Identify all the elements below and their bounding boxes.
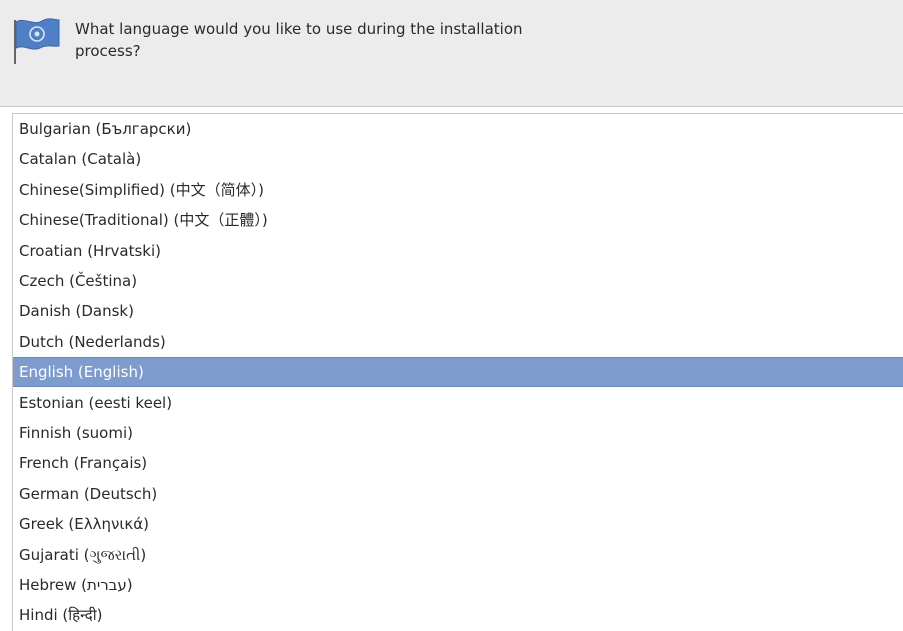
- language-item[interactable]: Greek (Ελληνικά): [13, 509, 903, 539]
- flag-icon: [14, 18, 60, 64]
- language-item[interactable]: French (Français): [13, 448, 903, 478]
- language-item[interactable]: Danish (Dansk): [13, 296, 903, 326]
- language-prompt: What language would you like to use duri…: [75, 20, 523, 60]
- language-item[interactable]: Chinese(Simplified) (中文（简体）): [13, 175, 903, 205]
- language-item[interactable]: Croatian (Hrvatski): [13, 236, 903, 266]
- language-list[interactable]: Bulgarian (Български) Catalan (Català) Chi…: [12, 113, 903, 631]
- language-item[interactable]: Gujarati (ગુજરાતી): [13, 540, 903, 570]
- language-item[interactable]: Dutch (Nederlands): [13, 327, 903, 357]
- language-item[interactable]: Catalan (Català): [13, 144, 903, 174]
- language-header: What language would you like to use duri…: [0, 0, 903, 107]
- language-item[interactable]: Finnish (suomi): [13, 418, 903, 448]
- language-item[interactable]: German (Deutsch): [13, 479, 903, 509]
- language-item[interactable]: Chinese(Traditional) (中文（正體）): [13, 205, 903, 235]
- language-item[interactable]: Bulgarian (Български): [13, 114, 903, 144]
- language-item[interactable]: Estonian (eesti keel): [13, 388, 903, 418]
- language-item[interactable]: Hebrew (עברית): [13, 570, 903, 600]
- language-item[interactable]: Czech (Čeština): [13, 266, 903, 296]
- language-item[interactable]: Hindi (हिन्दी): [13, 600, 903, 630]
- language-item[interactable]: English (English): [13, 357, 903, 387]
- installer-window: What language would you like to use duri…: [0, 0, 903, 631]
